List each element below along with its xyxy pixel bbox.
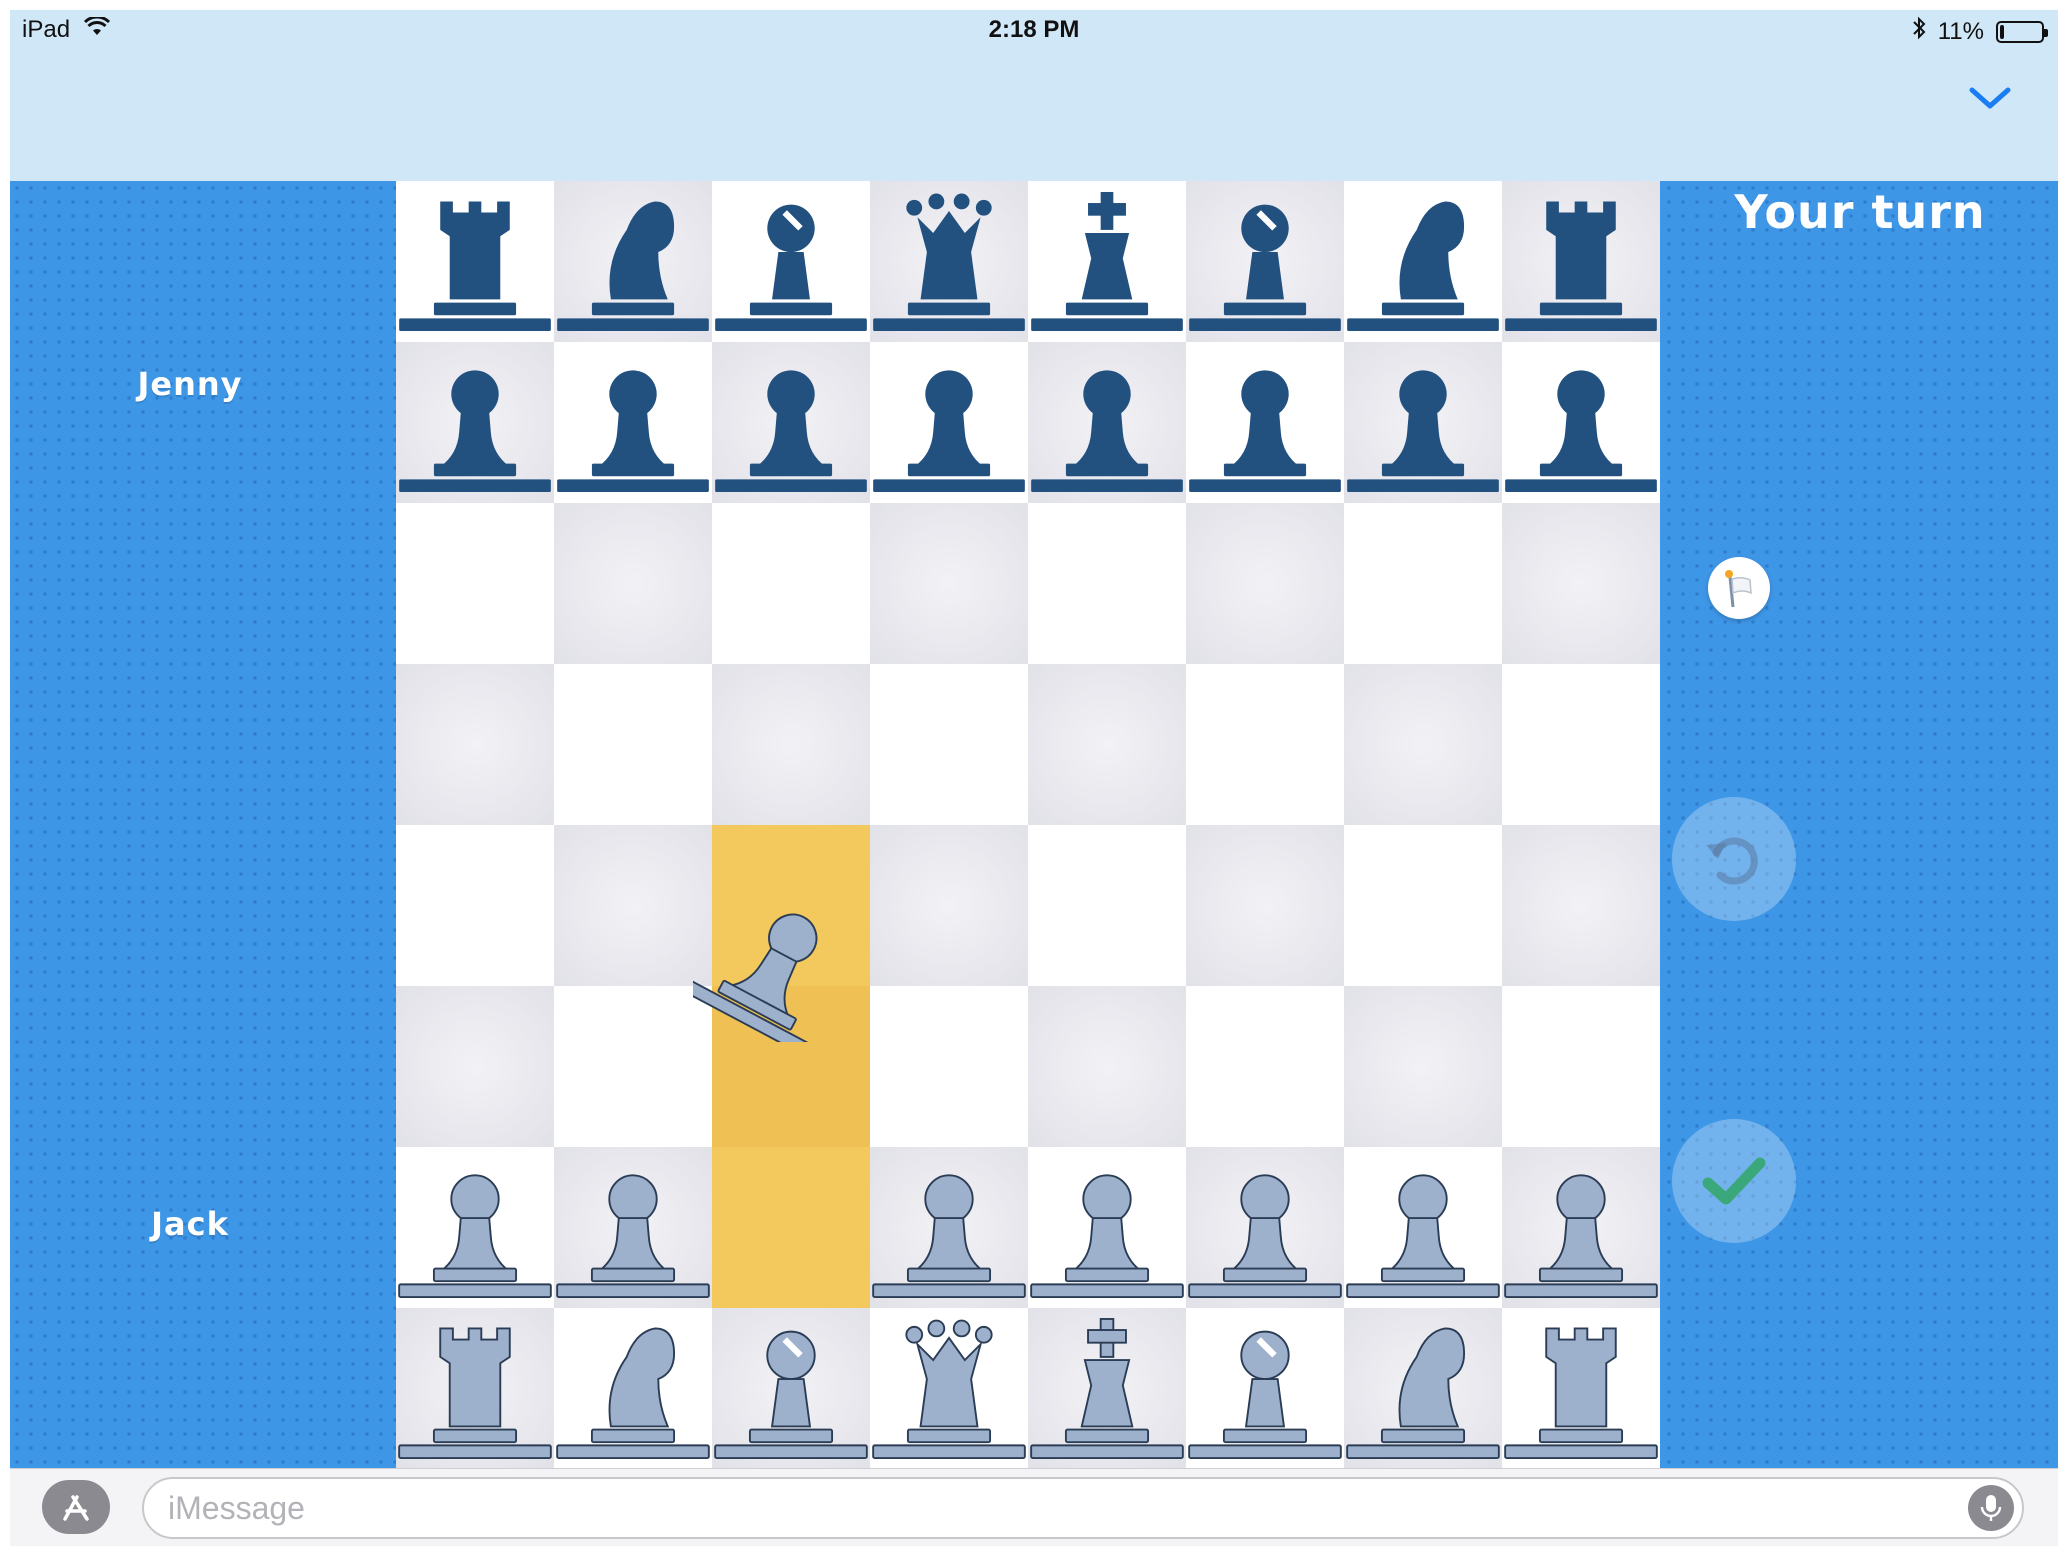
- board-square[interactable]: [1028, 986, 1186, 1147]
- app-store-button[interactable]: [42, 1480, 110, 1534]
- white-pawn-piece[interactable]: [1344, 1147, 1502, 1308]
- board-square[interactable]: [396, 825, 554, 986]
- status-bar-right: 11%: [1912, 16, 2048, 47]
- white-rook-piece[interactable]: [396, 1308, 554, 1469]
- white-pawn-piece[interactable]: [870, 1147, 1028, 1308]
- black-knight-piece: [1344, 181, 1502, 342]
- undo-icon: [1706, 837, 1758, 885]
- black-pawn-piece: [1028, 342, 1186, 503]
- board-square[interactable]: [870, 503, 1028, 664]
- black-pawn-piece: [396, 342, 554, 503]
- board-square[interactable]: [554, 664, 712, 825]
- board-square[interactable]: [1186, 986, 1344, 1147]
- confirm-move-button[interactable]: [1672, 1119, 1796, 1243]
- board-square[interactable]: [870, 986, 1028, 1147]
- white-pawn-piece[interactable]: [1502, 1147, 1660, 1308]
- battery-icon: [1996, 20, 2048, 43]
- board-square[interactable]: [396, 503, 554, 664]
- white-pawn-piece[interactable]: [1028, 1147, 1186, 1308]
- white-knight-piece[interactable]: [1344, 1308, 1502, 1469]
- black-pawn-piece: [870, 342, 1028, 503]
- board-square[interactable]: [1502, 986, 1660, 1147]
- board-square[interactable]: [1502, 503, 1660, 664]
- status-time: 2:18 PM: [988, 16, 1080, 43]
- white-pawn-piece[interactable]: [1186, 1147, 1344, 1308]
- board-square[interactable]: [396, 986, 554, 1147]
- microphone-button[interactable]: [1968, 1485, 2014, 1531]
- black-pawn-piece: [1502, 342, 1660, 503]
- board-square[interactable]: [1344, 664, 1502, 825]
- board-square[interactable]: [1344, 825, 1502, 986]
- board-square[interactable]: [1502, 664, 1660, 825]
- white-bishop-piece[interactable]: [1186, 1308, 1344, 1469]
- board-square[interactable]: [712, 1147, 870, 1308]
- chevron-down-icon: [1969, 87, 2011, 109]
- black-king-piece: [1028, 181, 1186, 342]
- board-square[interactable]: [1344, 503, 1502, 664]
- black-pawn-piece: [1186, 342, 1344, 503]
- board-square[interactable]: [1186, 503, 1344, 664]
- message-input[interactable]: [168, 1479, 1928, 1537]
- black-bishop-piece: [712, 181, 870, 342]
- board-square[interactable]: [1028, 503, 1186, 664]
- collapse-button[interactable]: [1966, 78, 2014, 118]
- board-square[interactable]: [870, 664, 1028, 825]
- imessage-field[interactable]: [142, 1477, 2024, 1539]
- battery-level: [2000, 24, 2004, 39]
- white-bishop-piece[interactable]: [712, 1308, 870, 1469]
- white-pawn-piece[interactable]: [554, 1147, 712, 1308]
- black-bishop-piece: [1186, 181, 1344, 342]
- opponent-name: Jenny: [137, 365, 243, 403]
- player-name: Jack: [151, 1205, 229, 1243]
- messages-header: iPad 2:18 PM 11%: [10, 10, 2058, 181]
- black-queen-piece: [870, 181, 1028, 342]
- chess-game: Jenny Jack Your turn: [10, 181, 2058, 1469]
- chess-board[interactable]: [396, 181, 1660, 1469]
- resign-button[interactable]: [1708, 557, 1770, 619]
- app-store-icon: [63, 1495, 89, 1521]
- board-square[interactable]: [712, 503, 870, 664]
- black-knight-piece: [554, 181, 712, 342]
- ipad-screen: iPad 2:18 PM 11% Jenny Jack Your turn: [10, 10, 2058, 1546]
- checkmark-icon: [1702, 1157, 1766, 1205]
- board-square[interactable]: [1186, 825, 1344, 986]
- white-queen-piece[interactable]: [870, 1308, 1028, 1469]
- microphone-icon: [1980, 1495, 2002, 1521]
- white-flag-icon: [1725, 570, 1752, 608]
- white-pawn-piece[interactable]: [396, 1147, 554, 1308]
- black-pawn-piece: [1344, 342, 1502, 503]
- turn-label: Your turn: [1734, 185, 1986, 239]
- black-pawn-piece: [712, 342, 870, 503]
- board-square[interactable]: [554, 986, 712, 1147]
- black-pawn-piece: [554, 342, 712, 503]
- battery-percent: 11%: [1937, 17, 1984, 45]
- black-rook-piece: [396, 181, 554, 342]
- bluetooth-icon: [1912, 16, 1926, 47]
- board-square[interactable]: [1502, 825, 1660, 986]
- compose-bar: [10, 1468, 2058, 1546]
- board-square[interactable]: [1028, 825, 1186, 986]
- board-square[interactable]: [554, 825, 712, 986]
- board-square[interactable]: [1344, 986, 1502, 1147]
- white-knight-piece[interactable]: [554, 1308, 712, 1469]
- board-square[interactable]: [1028, 664, 1186, 825]
- white-rook-piece[interactable]: [1502, 1308, 1660, 1469]
- board-square[interactable]: [396, 664, 554, 825]
- black-rook-piece: [1502, 181, 1660, 342]
- white-king-piece[interactable]: [1028, 1308, 1186, 1469]
- board-square[interactable]: [1186, 664, 1344, 825]
- white-pawn-piece[interactable]: [693, 881, 851, 1043]
- board-square[interactable]: [712, 664, 870, 825]
- board-square[interactable]: [870, 825, 1028, 986]
- undo-button[interactable]: [1672, 797, 1796, 921]
- board-square[interactable]: [554, 503, 712, 664]
